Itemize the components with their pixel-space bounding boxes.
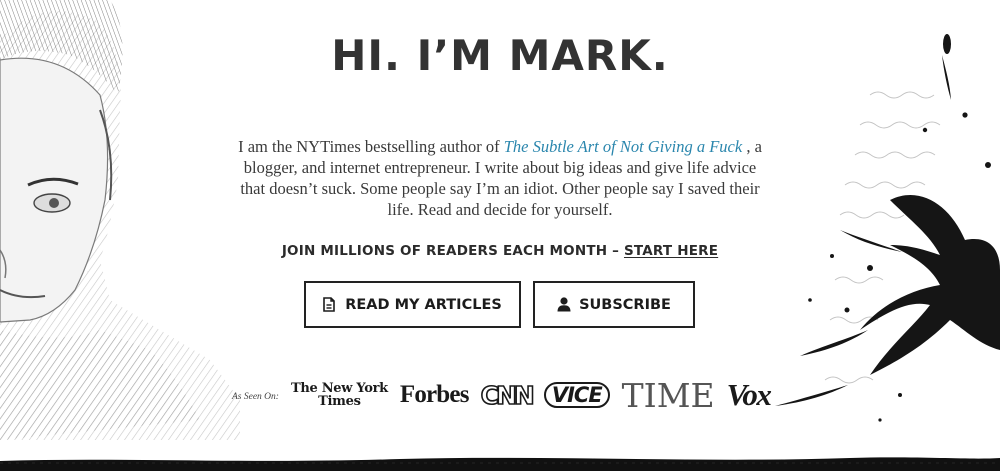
bottom-brush-stroke xyxy=(0,457,1000,471)
subscribe-button[interactable]: SUBSCRIBE xyxy=(533,281,695,328)
ink-splatter-art xyxy=(775,34,1000,422)
as-seen-on-label: As Seen On: xyxy=(232,392,279,402)
intro-paragraph: I am the NYTimes bestselling author of T… xyxy=(233,136,768,220)
read-articles-button[interactable]: READ MY ARTICLES xyxy=(304,281,521,328)
read-articles-label: READ MY ARTICLES xyxy=(345,296,502,313)
as-seen-on-strip: As Seen On: The New York Times Forbes CN… xyxy=(232,375,772,415)
intro-text-before: I am the NYTimes bestselling author of xyxy=(238,137,504,156)
nyt-logo: The New York Times xyxy=(291,382,388,408)
document-icon xyxy=(323,296,337,313)
page-title: HI. I’M MARK. xyxy=(331,31,669,80)
cnn-logo: CNN xyxy=(480,380,536,411)
book-title-link[interactable]: The Subtle Art of Not Giving a Fuck xyxy=(504,137,742,156)
action-buttons: READ MY ARTICLES SUBSCRIBE xyxy=(304,281,695,328)
author-portrait-sketch xyxy=(0,0,240,440)
cta-line: JOIN MILLIONS OF READERS EACH MONTH – ST… xyxy=(225,243,775,259)
forbes-logo: Forbes xyxy=(399,381,470,408)
time-logo: TIME xyxy=(621,375,715,415)
cta-text: JOIN MILLIONS OF READERS EACH MONTH – xyxy=(281,243,624,259)
hero-section: HI. I’M MARK. I am the NYTimes bestselli… xyxy=(225,0,775,259)
vox-logo: Vox xyxy=(726,377,772,412)
start-here-link[interactable]: START HERE xyxy=(624,243,718,259)
subscribe-label: SUBSCRIBE xyxy=(579,296,671,313)
nyt-logo-line2: Times xyxy=(318,394,361,409)
vice-logo: VICE xyxy=(543,382,610,408)
user-icon xyxy=(557,296,571,313)
